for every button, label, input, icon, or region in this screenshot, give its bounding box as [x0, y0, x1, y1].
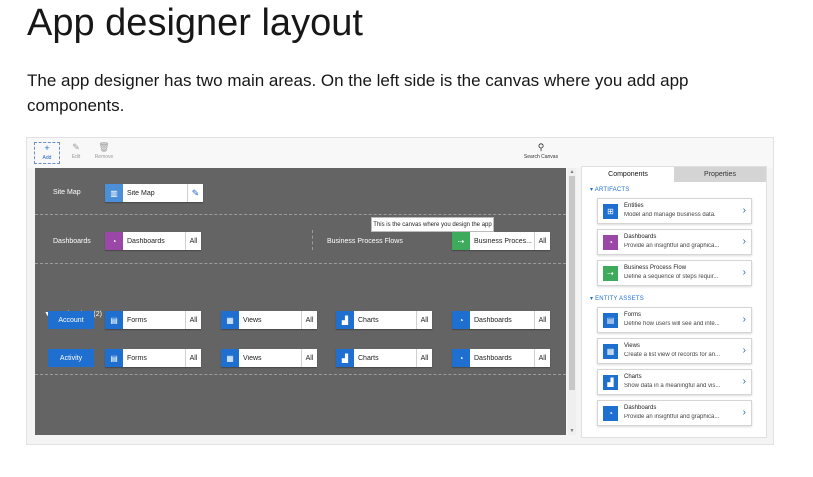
page-title: App designer layout: [27, 2, 363, 44]
dashboards-tile[interactable]: ◔ Dashboards All: [452, 311, 550, 329]
forms-icon: ▤: [603, 313, 618, 328]
panel-tabs: Components Properties: [582, 167, 766, 182]
tab-properties[interactable]: Properties: [674, 167, 766, 182]
charts-icon: ▟: [336, 311, 354, 329]
intro-paragraph: The app designer has two main areas. On …: [27, 71, 689, 115]
charts-tile[interactable]: ▟ Charts All: [336, 349, 432, 367]
forms-tile[interactable]: ▤ Forms All: [105, 311, 201, 329]
entities-icon: ⊞: [603, 204, 618, 219]
remove-button[interactable]: 🗑 Remove: [91, 142, 117, 164]
process-flow-icon: ⇢: [452, 232, 470, 250]
chevron-right-icon: ›: [742, 267, 746, 278]
dashboard-icon: ◔: [603, 235, 618, 250]
component-card-entities[interactable]: ⊞ Entities Model and manage business dat…: [597, 198, 752, 224]
component-card-dashboards[interactable]: ◔ Dashboards Provide an insightful and g…: [597, 229, 752, 255]
forms-tile[interactable]: ▤ Forms All: [105, 349, 201, 367]
component-card-charts[interactable]: ▟ Charts Show data in a meaningful and v…: [597, 369, 752, 395]
section-divider: [35, 214, 566, 215]
site-map-label: Site Map: [53, 189, 81, 196]
views-icon: ▦: [603, 344, 618, 359]
edit-site-map-icon[interactable]: ✎: [187, 184, 203, 202]
plus-icon: +: [44, 143, 50, 153]
scroll-down-arrow-icon[interactable]: ▼: [568, 427, 576, 435]
designer-toolbar: + Add ✎ Edit 🗑 Remove ⚲ Search Canvas: [27, 138, 773, 168]
site-map-icon: ▥: [105, 184, 123, 202]
entity-button-account[interactable]: Account: [48, 311, 94, 329]
dashboard-icon: ◔: [603, 406, 618, 421]
component-card-dashboards[interactable]: ◔ Dashboards Provide an insightful and g…: [597, 400, 752, 426]
views-icon: ▦: [221, 349, 239, 367]
trash-icon: 🗑: [98, 142, 110, 152]
site-map-tile[interactable]: ▥ Site Map ✎: [105, 184, 203, 202]
scroll-thumb[interactable]: [569, 176, 575, 390]
forms-icon: ▤: [105, 311, 123, 329]
dashboard-icon: ◔: [452, 349, 470, 367]
chevron-right-icon: ›: [742, 236, 746, 247]
pencil-icon: ✎: [72, 142, 80, 152]
forms-icon: ▤: [105, 349, 123, 367]
chevron-right-icon: ›: [742, 314, 746, 325]
business-process-flow-tile[interactable]: ⇢ Business Proces... All: [452, 232, 550, 250]
business-process-flows-label: Business Process Flows: [327, 238, 403, 245]
vertical-divider: [312, 230, 313, 250]
entity-assets-section-title[interactable]: ▾ ENTITY ASSETS: [590, 295, 644, 302]
component-card-business-process-flow[interactable]: ⇢ Business Process Flow Define a sequenc…: [597, 260, 752, 286]
dashboards-label: Dashboards: [53, 238, 91, 245]
chevron-right-icon: ›: [742, 345, 746, 356]
scroll-up-arrow-icon[interactable]: ▲: [568, 168, 576, 176]
charts-tile[interactable]: ▟ Charts All: [336, 311, 432, 329]
section-divider: [35, 263, 566, 264]
chevron-right-icon: ›: [742, 205, 746, 216]
views-tile[interactable]: ▦ Views All: [221, 311, 317, 329]
canvas-tooltip: This is the canvas where you design the …: [371, 217, 494, 232]
charts-icon: ▟: [336, 349, 354, 367]
views-icon: ▦: [221, 311, 239, 329]
dashboard-icon: ◔: [452, 311, 470, 329]
canvas-scrollbar[interactable]: ▲ ▼: [568, 168, 576, 435]
views-tile[interactable]: ▦ Views All: [221, 349, 317, 367]
charts-icon: ▟: [603, 375, 618, 390]
dashboard-icon: ◔: [105, 232, 123, 250]
search-icon: ⚲: [537, 142, 545, 152]
section-divider: [35, 374, 566, 375]
component-card-views[interactable]: ▦ Views Create a list view of records fo…: [597, 338, 752, 364]
designer-canvas[interactable]: Site Map ▥ Site Map ✎ This is the canvas…: [35, 168, 566, 435]
edit-button[interactable]: ✎ Edit: [63, 142, 89, 164]
dashboards-tile[interactable]: ◔ Dashboards All: [452, 349, 550, 367]
component-card-forms[interactable]: ▤ Forms Define how users will see and in…: [597, 307, 752, 333]
tab-components[interactable]: Components: [582, 167, 674, 182]
add-button[interactable]: + Add: [34, 142, 60, 164]
dashboards-tile[interactable]: ◔ Dashboards All: [105, 232, 201, 250]
search-canvas-button[interactable]: ⚲ Search Canvas: [519, 142, 563, 161]
app-designer-screenshot: + Add ✎ Edit 🗑 Remove ⚲ Search Canvas Si…: [26, 137, 774, 445]
process-flow-icon: ⇢: [603, 266, 618, 281]
chevron-right-icon: ›: [742, 376, 746, 387]
components-panel: Components Properties ▾ ARTIFACTS ⊞ Enti…: [581, 166, 767, 438]
entity-button-activity[interactable]: Activity: [48, 349, 94, 367]
chevron-right-icon: ›: [742, 407, 746, 418]
artifacts-section-title[interactable]: ▾ ARTIFACTS: [590, 186, 629, 193]
